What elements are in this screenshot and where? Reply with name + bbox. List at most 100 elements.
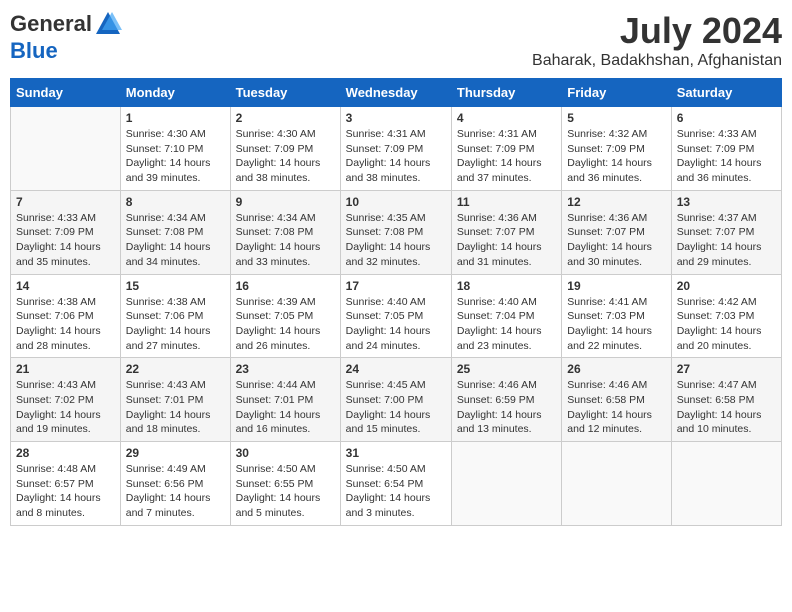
week-row-2: 14 Sunrise: 4:38 AM Sunset: 7:06 PM Dayli… bbox=[11, 274, 782, 358]
day-info: Sunrise: 4:43 AM Sunset: 7:01 PM Dayligh… bbox=[126, 379, 211, 435]
day-info: Sunrise: 4:36 AM Sunset: 7:07 PM Dayligh… bbox=[457, 212, 542, 268]
day-number: 30 bbox=[236, 446, 335, 460]
day-cell: 2 Sunrise: 4:30 AM Sunset: 7:09 PM Daylig… bbox=[230, 107, 340, 191]
day-cell: 20 Sunrise: 4:42 AM Sunset: 7:03 PM Dayli… bbox=[671, 274, 781, 358]
day-info: Sunrise: 4:39 AM Sunset: 7:05 PM Dayligh… bbox=[236, 296, 321, 352]
day-number: 8 bbox=[126, 195, 225, 209]
day-info: Sunrise: 4:37 AM Sunset: 7:07 PM Dayligh… bbox=[677, 212, 762, 268]
day-info: Sunrise: 4:31 AM Sunset: 7:09 PM Dayligh… bbox=[346, 128, 431, 184]
day-number: 22 bbox=[126, 362, 225, 376]
day-info: Sunrise: 4:46 AM Sunset: 6:58 PM Dayligh… bbox=[567, 379, 652, 435]
header-day-sunday: Sunday bbox=[11, 79, 121, 107]
day-cell: 19 Sunrise: 4:41 AM Sunset: 7:03 PM Dayli… bbox=[562, 274, 671, 358]
logo-blue-text: Blue bbox=[10, 38, 58, 63]
header-day-friday: Friday bbox=[562, 79, 671, 107]
week-row-0: 1 Sunrise: 4:30 AM Sunset: 7:10 PM Daylig… bbox=[11, 107, 782, 191]
day-number: 14 bbox=[16, 279, 115, 293]
day-cell: 9 Sunrise: 4:34 AM Sunset: 7:08 PM Daylig… bbox=[230, 190, 340, 274]
day-cell: 7 Sunrise: 4:33 AM Sunset: 7:09 PM Daylig… bbox=[11, 190, 121, 274]
header-day-thursday: Thursday bbox=[451, 79, 561, 107]
day-cell: 31Sunrise: 4:50 AM Sunset: 6:54 PM Dayli… bbox=[340, 442, 451, 526]
day-info: Sunrise: 4:32 AM Sunset: 7:09 PM Dayligh… bbox=[567, 128, 652, 184]
day-number: 2 bbox=[236, 111, 335, 125]
header-day-monday: Monday bbox=[120, 79, 230, 107]
day-cell: 14 Sunrise: 4:38 AM Sunset: 7:06 PM Dayli… bbox=[11, 274, 121, 358]
day-cell bbox=[562, 442, 671, 526]
day-number: 4 bbox=[457, 111, 556, 125]
day-number: 5 bbox=[567, 111, 665, 125]
day-number: 17 bbox=[346, 279, 446, 293]
day-cell: 28Sunrise: 4:48 AM Sunset: 6:57 PM Dayli… bbox=[11, 442, 121, 526]
day-cell bbox=[11, 107, 121, 191]
day-cell: 6 Sunrise: 4:33 AM Sunset: 7:09 PM Daylig… bbox=[671, 107, 781, 191]
day-info: Sunrise: 4:44 AM Sunset: 7:01 PM Dayligh… bbox=[236, 379, 321, 435]
day-cell bbox=[671, 442, 781, 526]
day-info: Sunrise: 4:33 AM Sunset: 7:09 PM Dayligh… bbox=[677, 128, 762, 184]
day-cell: 26 Sunrise: 4:46 AM Sunset: 6:58 PM Dayli… bbox=[562, 358, 671, 442]
week-row-1: 7 Sunrise: 4:33 AM Sunset: 7:09 PM Daylig… bbox=[11, 190, 782, 274]
header-day-saturday: Saturday bbox=[671, 79, 781, 107]
day-number: 1 bbox=[126, 111, 225, 125]
day-number: 21 bbox=[16, 362, 115, 376]
calendar-table: SundayMondayTuesdayWednesdayThursdayFrid… bbox=[10, 78, 782, 526]
day-info: Sunrise: 4:30 AM Sunset: 7:09 PM Dayligh… bbox=[236, 128, 321, 184]
day-cell: 17 Sunrise: 4:40 AM Sunset: 7:05 PM Dayli… bbox=[340, 274, 451, 358]
day-number: 18 bbox=[457, 279, 556, 293]
day-cell: 18 Sunrise: 4:40 AM Sunset: 7:04 PM Dayli… bbox=[451, 274, 561, 358]
day-info: Sunrise: 4:40 AM Sunset: 7:05 PM Dayligh… bbox=[346, 296, 431, 352]
day-info: Sunrise: 4:48 AM Sunset: 6:57 PM Dayligh… bbox=[16, 463, 101, 519]
day-number: 3 bbox=[346, 111, 446, 125]
day-info: Sunrise: 4:36 AM Sunset: 7:07 PM Dayligh… bbox=[567, 212, 652, 268]
day-cell: 27Sunrise: 4:47 AM Sunset: 6:58 PM Dayli… bbox=[671, 358, 781, 442]
day-info: Sunrise: 4:35 AM Sunset: 7:08 PM Dayligh… bbox=[346, 212, 431, 268]
day-info: Sunrise: 4:33 AM Sunset: 7:09 PM Dayligh… bbox=[16, 212, 101, 268]
page-header: General Blue July 2024 Baharak, Badakhsh… bbox=[10, 10, 782, 70]
logo: General Blue bbox=[10, 10, 122, 64]
day-cell: 10 Sunrise: 4:35 AM Sunset: 7:08 PM Dayli… bbox=[340, 190, 451, 274]
day-number: 23 bbox=[236, 362, 335, 376]
day-info: Sunrise: 4:50 AM Sunset: 6:54 PM Dayligh… bbox=[346, 463, 431, 519]
day-number: 24 bbox=[346, 362, 446, 376]
day-number: 13 bbox=[677, 195, 776, 209]
day-cell: 21Sunrise: 4:43 AM Sunset: 7:02 PM Dayli… bbox=[11, 358, 121, 442]
day-cell: 25Sunrise: 4:46 AM Sunset: 6:59 PM Dayli… bbox=[451, 358, 561, 442]
day-cell bbox=[451, 442, 561, 526]
day-number: 16 bbox=[236, 279, 335, 293]
day-info: Sunrise: 4:42 AM Sunset: 7:03 PM Dayligh… bbox=[677, 296, 762, 352]
day-info: Sunrise: 4:38 AM Sunset: 7:06 PM Dayligh… bbox=[126, 296, 211, 352]
day-number: 15 bbox=[126, 279, 225, 293]
day-info: Sunrise: 4:30 AM Sunset: 7:10 PM Dayligh… bbox=[126, 128, 211, 184]
day-info: Sunrise: 4:49 AM Sunset: 6:56 PM Dayligh… bbox=[126, 463, 211, 519]
day-number: 9 bbox=[236, 195, 335, 209]
day-cell: 3 Sunrise: 4:31 AM Sunset: 7:09 PM Daylig… bbox=[340, 107, 451, 191]
calendar-header-row: SundayMondayTuesdayWednesdayThursdayFrid… bbox=[11, 79, 782, 107]
day-number: 10 bbox=[346, 195, 446, 209]
day-number: 6 bbox=[677, 111, 776, 125]
title-area: July 2024 Baharak, Badakhshan, Afghanist… bbox=[532, 10, 782, 70]
day-info: Sunrise: 4:41 AM Sunset: 7:03 PM Dayligh… bbox=[567, 296, 652, 352]
logo-icon bbox=[94, 10, 122, 38]
day-number: 20 bbox=[677, 279, 776, 293]
day-info: Sunrise: 4:38 AM Sunset: 7:06 PM Dayligh… bbox=[16, 296, 101, 352]
day-info: Sunrise: 4:34 AM Sunset: 7:08 PM Dayligh… bbox=[236, 212, 321, 268]
day-number: 26 bbox=[567, 362, 665, 376]
week-row-3: 21Sunrise: 4:43 AM Sunset: 7:02 PM Dayli… bbox=[11, 358, 782, 442]
day-cell: 11 Sunrise: 4:36 AM Sunset: 7:07 PM Dayli… bbox=[451, 190, 561, 274]
day-cell: 13 Sunrise: 4:37 AM Sunset: 7:07 PM Dayli… bbox=[671, 190, 781, 274]
day-number: 19 bbox=[567, 279, 665, 293]
header-day-wednesday: Wednesday bbox=[340, 79, 451, 107]
day-cell: 24Sunrise: 4:45 AM Sunset: 7:00 PM Dayli… bbox=[340, 358, 451, 442]
day-info: Sunrise: 4:47 AM Sunset: 6:58 PM Dayligh… bbox=[677, 379, 762, 435]
day-number: 11 bbox=[457, 195, 556, 209]
day-info: Sunrise: 4:40 AM Sunset: 7:04 PM Dayligh… bbox=[457, 296, 542, 352]
day-cell: 12Sunrise: 4:36 AM Sunset: 7:07 PM Dayli… bbox=[562, 190, 671, 274]
logo-general-text: General bbox=[10, 11, 92, 37]
day-info: Sunrise: 4:50 AM Sunset: 6:55 PM Dayligh… bbox=[236, 463, 321, 519]
day-cell: 4Sunrise: 4:31 AM Sunset: 7:09 PM Daylig… bbox=[451, 107, 561, 191]
day-number: 7 bbox=[16, 195, 115, 209]
day-cell: 8Sunrise: 4:34 AM Sunset: 7:08 PM Daylig… bbox=[120, 190, 230, 274]
week-row-4: 28Sunrise: 4:48 AM Sunset: 6:57 PM Dayli… bbox=[11, 442, 782, 526]
day-cell: 1 Sunrise: 4:30 AM Sunset: 7:10 PM Daylig… bbox=[120, 107, 230, 191]
day-cell: 23 Sunrise: 4:44 AM Sunset: 7:01 PM Dayli… bbox=[230, 358, 340, 442]
day-cell: 5 Sunrise: 4:32 AM Sunset: 7:09 PM Daylig… bbox=[562, 107, 671, 191]
